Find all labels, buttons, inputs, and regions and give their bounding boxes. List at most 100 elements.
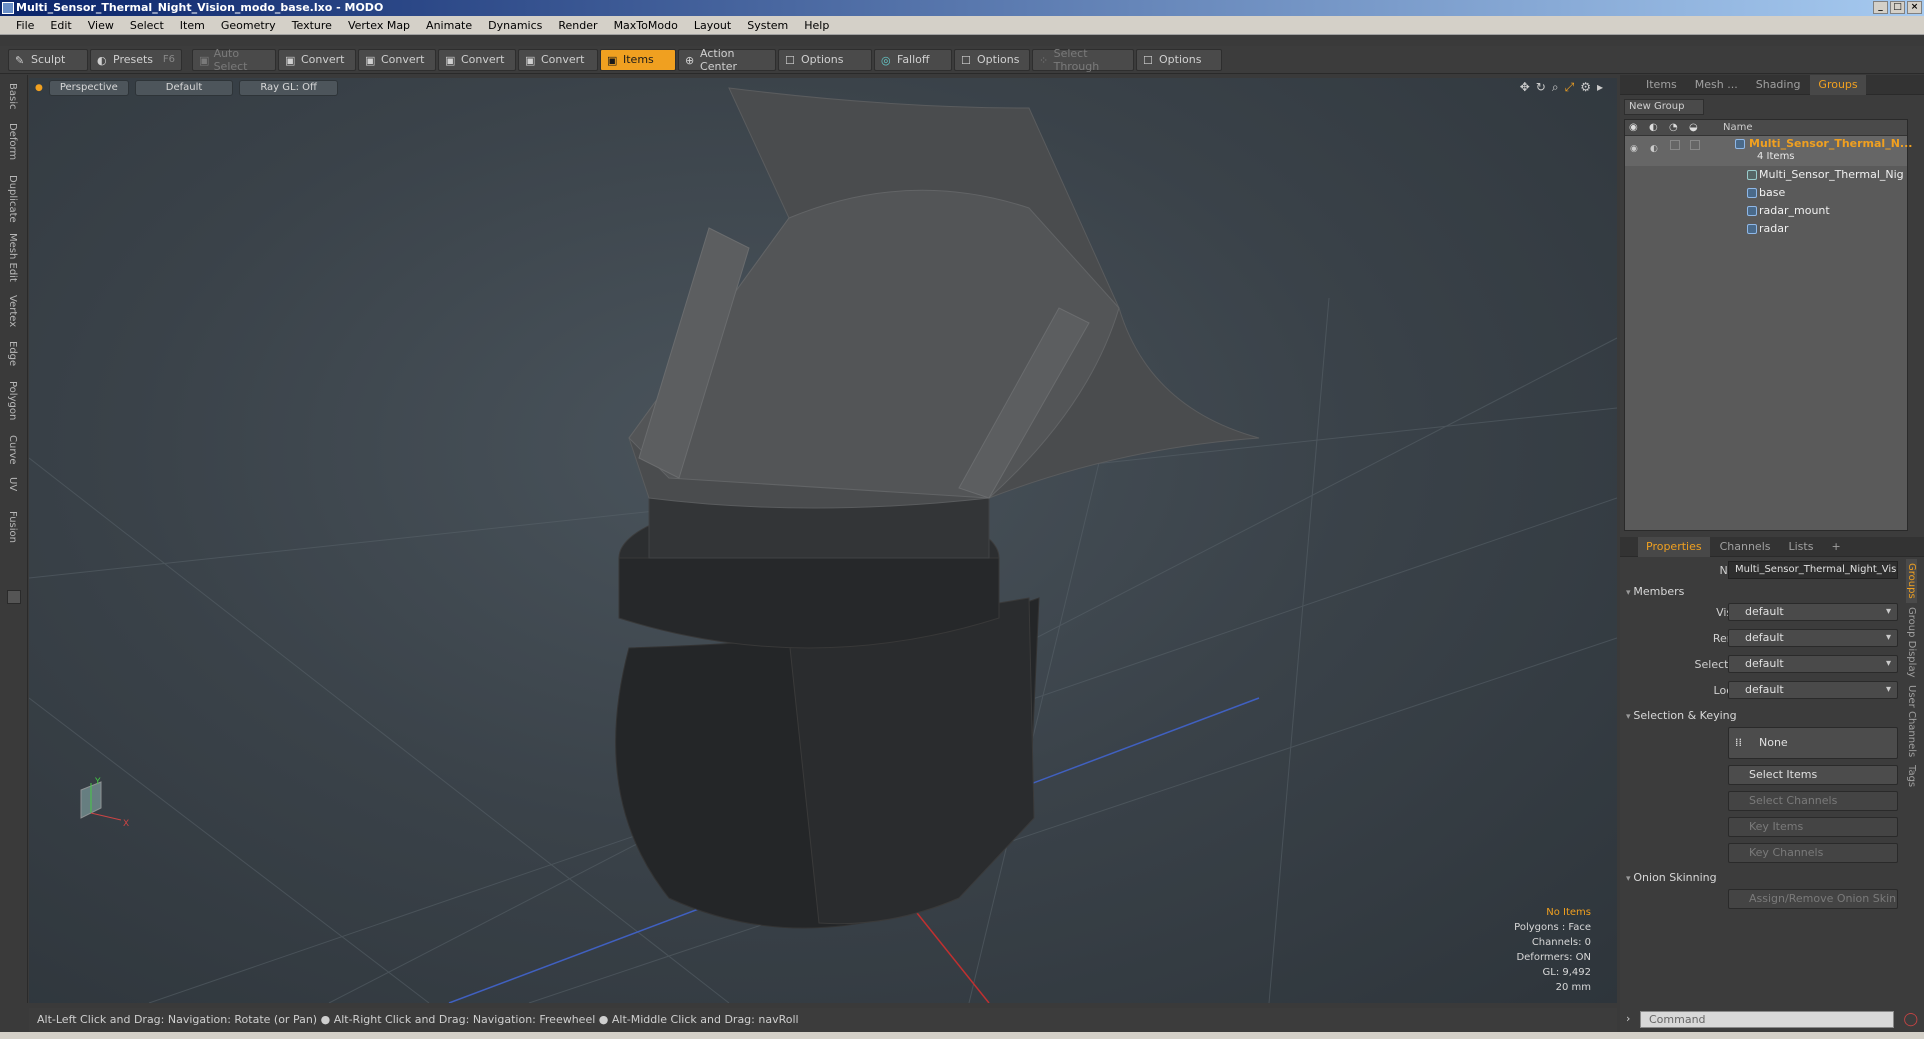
tree-item[interactable]: base (1625, 184, 1907, 202)
tree-item[interactable]: radar_mount (1625, 202, 1907, 220)
sculpt-button[interactable]: ✎ Sculpt (8, 48, 88, 71)
expand-arrow-icon[interactable]: ▸ (1597, 80, 1603, 95)
record-icon[interactable]: ◯ (1903, 1012, 1918, 1027)
selectable-dropdown[interactable]: default (1728, 655, 1898, 673)
select-icon[interactable]: ◔ (1669, 120, 1678, 136)
lock-icon[interactable]: ◒ (1689, 120, 1698, 136)
render-icon[interactable]: ◐ (1649, 120, 1658, 136)
tab-vertex[interactable]: Vertex (7, 295, 18, 327)
tab-deform[interactable]: Deform (7, 123, 18, 160)
maximize-view-icon[interactable]: ⤢ (1565, 80, 1575, 95)
tab-groups[interactable]: Groups (1810, 74, 1866, 95)
menu-file[interactable]: File (8, 19, 42, 32)
side-tab-tags[interactable]: Tags (1906, 761, 1917, 791)
convert-vertex-button[interactable]: ▣ Convert (278, 48, 356, 71)
group-row[interactable]: ◉ ◐ Multi_Sensor_Thermal_N... 4 Items (1625, 136, 1912, 166)
menu-geometry[interactable]: Geometry (213, 19, 284, 32)
tab-channels[interactable]: Channels (1712, 537, 1779, 557)
add-tab-button[interactable]: + (1823, 537, 1848, 557)
panel-toggle-button[interactable] (7, 590, 21, 604)
menu-system[interactable]: System (739, 19, 796, 32)
convert-edge-button[interactable]: ▣ Convert (358, 48, 436, 71)
action-center-button[interactable]: ⊕ Action Center (678, 47, 776, 73)
tab-polygon[interactable]: Polygon (7, 381, 18, 420)
tab-curve[interactable]: Curve (7, 435, 18, 465)
menu-maxtomodo[interactable]: MaxToModo (606, 19, 686, 32)
convert-polygon-button[interactable]: ▣ Convert (438, 48, 516, 71)
menu-texture[interactable]: Texture (284, 19, 340, 32)
side-tab-groups[interactable]: Groups (1906, 559, 1917, 603)
menu-bar: File Edit View Select Item Geometry Text… (0, 16, 1924, 35)
name-field[interactable]: Multi_Sensor_Thermal_Night_Visi (1728, 561, 1898, 579)
menu-layout[interactable]: Layout (686, 19, 739, 32)
falloff-options-button[interactable]: ☐ Options (954, 48, 1030, 71)
tab-properties[interactable]: Properties (1638, 536, 1710, 557)
tab-shading[interactable]: Shading (1748, 75, 1809, 95)
key-channels-button[interactable]: Key Channels (1728, 843, 1898, 863)
tab-fusion[interactable]: Fusion (7, 511, 18, 543)
tree-item[interactable]: radar (1625, 220, 1907, 238)
menu-dynamics[interactable]: Dynamics (480, 19, 550, 32)
side-tab-user-channels[interactable]: User Channels (1906, 681, 1917, 761)
settings-gear-icon[interactable]: ⚙ (1580, 80, 1591, 95)
assign-onion-skin-button[interactable]: Assign/Remove Onion Skin (1728, 889, 1898, 909)
select-toggle[interactable] (1670, 140, 1680, 150)
tab-items[interactable]: Items (1638, 75, 1685, 95)
menu-help[interactable]: Help (796, 19, 837, 32)
lock-toggle[interactable] (1690, 140, 1700, 150)
maximize-button[interactable]: □ (1890, 1, 1905, 14)
tab-edge[interactable]: Edge (7, 341, 18, 366)
side-tab-group-display[interactable]: Group Display (1906, 603, 1917, 681)
menu-render[interactable]: Render (550, 19, 605, 32)
render-row: Render default (1620, 629, 1904, 649)
falloff-button[interactable]: ◎ Falloff (874, 48, 952, 71)
select-items-button[interactable]: Select Items (1728, 765, 1898, 785)
presets-button[interactable]: ◐ Presets F6 (90, 48, 182, 71)
new-group-button[interactable]: New Group (1624, 99, 1704, 115)
visible-dropdown[interactable]: default (1728, 603, 1898, 621)
rotate-icon[interactable]: ↻ (1536, 80, 1546, 95)
locked-dropdown[interactable]: default (1728, 681, 1898, 699)
menu-select[interactable]: Select (122, 19, 172, 32)
render-dropdown[interactable]: default (1728, 629, 1898, 647)
select-through-button[interactable]: ⁘ Select Through (1032, 47, 1134, 73)
eye-icon[interactable]: ◉ (1630, 140, 1640, 154)
tree-item[interactable]: Multi_Sensor_Thermal_Nig ... (1625, 166, 1907, 199)
menu-edit[interactable]: Edit (42, 19, 79, 32)
command-input[interactable]: Command (1640, 1011, 1894, 1028)
window-title: Multi_Sensor_Thermal_Night_Vision_modo_b… (16, 1, 384, 14)
members-section[interactable]: Members (1626, 585, 1684, 598)
onion-skinning-section[interactable]: Onion Skinning (1626, 871, 1716, 884)
tab-duplicate[interactable]: Duplicate (7, 175, 18, 223)
items-mode-button[interactable]: ▣ Items (600, 48, 676, 71)
select-through-options-button[interactable]: ☐ Options (1136, 48, 1222, 71)
x-axis-line (908, 902, 990, 1003)
view-type-selector[interactable]: Perspective (48, 80, 129, 96)
select-channels-button[interactable]: Select Channels (1728, 791, 1898, 811)
visibility-eye-icon[interactable]: ◉ (1629, 120, 1638, 136)
raygl-toggle[interactable]: Ray GL: Off (239, 80, 338, 96)
menu-item[interactable]: Item (172, 19, 213, 32)
tab-uv[interactable]: UV (7, 477, 18, 491)
menu-vertex-map[interactable]: Vertex Map (340, 19, 418, 32)
menu-animate[interactable]: Animate (418, 19, 480, 32)
minimize-button[interactable]: _ (1873, 1, 1888, 14)
tab-basic[interactable]: Basic (7, 83, 18, 109)
pan-icon[interactable]: ✥ (1520, 80, 1530, 95)
none-button[interactable]: ⁞⁞ None (1728, 727, 1898, 759)
action-center-options-button[interactable]: ☐ Options (778, 48, 872, 71)
zoom-icon[interactable]: ⌕ (1552, 80, 1559, 95)
shading-selector[interactable]: Default (134, 80, 234, 96)
menu-view[interactable]: View (80, 19, 122, 32)
locked-row: Locked default (1620, 681, 1904, 701)
tab-mesh-edit[interactable]: Mesh Edit (7, 233, 18, 282)
selection-keying-section[interactable]: Selection & Keying (1626, 709, 1736, 722)
convert-material-button[interactable]: ▣ Convert (518, 48, 598, 71)
3d-viewport[interactable]: Y X ● Perspective Default Ray GL: Off ✥ … (29, 78, 1617, 1003)
key-items-button[interactable]: Key Items (1728, 817, 1898, 837)
auto-select-button[interactable]: ▣ Auto Select (192, 47, 276, 73)
render-toggle-icon[interactable]: ◐ (1650, 140, 1660, 154)
tab-mesh[interactable]: Mesh ... (1687, 75, 1746, 95)
tab-lists[interactable]: Lists (1781, 537, 1822, 557)
close-button[interactable]: × (1907, 1, 1922, 14)
